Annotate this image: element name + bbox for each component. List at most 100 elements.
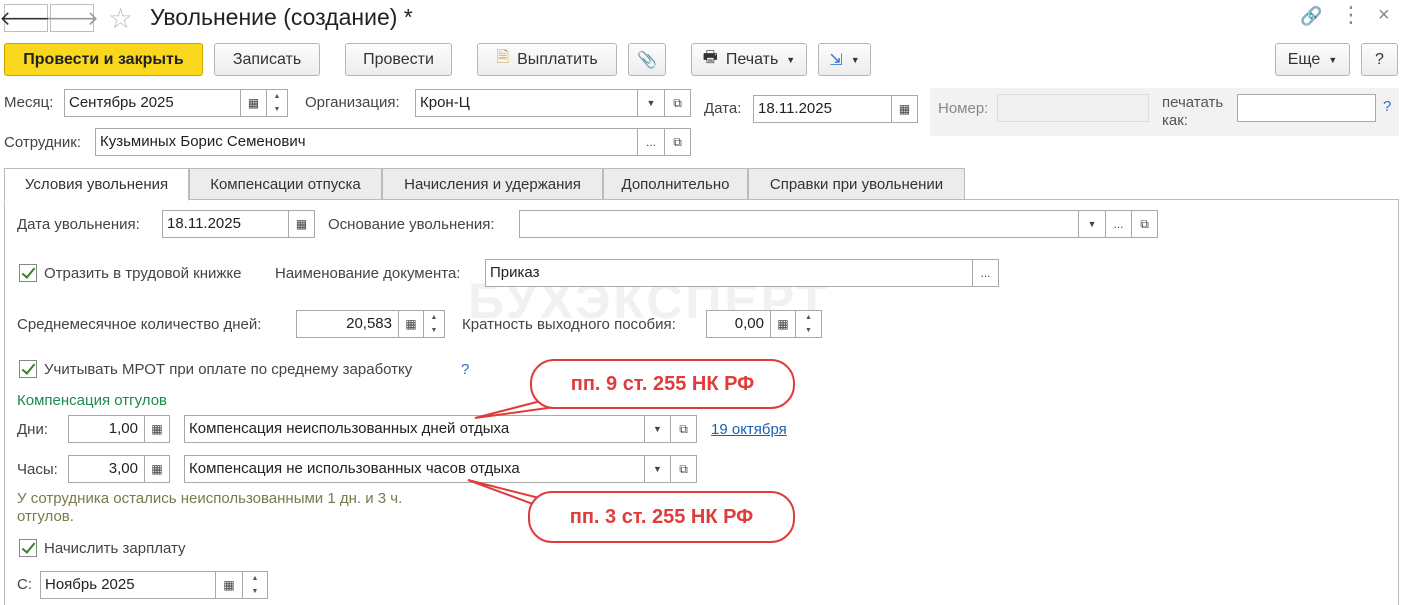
from-label: С:	[17, 576, 32, 593]
month-spinner[interactable]: ▲ ▼	[266, 89, 288, 117]
dropdown-button[interactable]: ▼	[637, 89, 665, 117]
open-reason-button[interactable]: ⧉	[1131, 210, 1158, 238]
mrot-checkbox[interactable]	[19, 360, 37, 378]
post-button[interactable]: Провести	[345, 43, 452, 76]
calculator-icon[interactable]: ▦	[398, 310, 424, 338]
compensation-section-title: Компенсация отгулов	[17, 392, 167, 409]
arrow-up-icon[interactable]: ▲	[274, 93, 281, 101]
select-button[interactable]: ...	[637, 128, 665, 156]
tab-vacation-compensation[interactable]: Компенсации отпуска	[189, 168, 382, 200]
date-label: Дата:	[704, 100, 742, 117]
forward-button[interactable]: 🡒	[45, 4, 99, 32]
chevron-down-icon: ▼	[850, 54, 860, 65]
employee-field[interactable]: Кузьминых Борис Семенович	[95, 128, 638, 156]
callout-second: пп. 3 ст. 255 НК РФ	[528, 491, 795, 543]
open-employee-button[interactable]: ⧉	[664, 128, 691, 156]
open-hours-type-button[interactable]: ⧉	[670, 455, 697, 483]
calendar-icon[interactable]: ▦	[215, 571, 243, 599]
help-icon[interactable]: ?	[461, 361, 469, 378]
chevron-down-icon: ▼	[653, 424, 662, 434]
paperclip-icon: 📎	[637, 51, 657, 69]
arrow-down-icon[interactable]: ▼	[431, 327, 438, 335]
chevron-down-icon: ▼	[653, 464, 662, 474]
back-button[interactable]: 🡐	[0, 4, 53, 32]
arrow-up-icon[interactable]: ▲	[252, 575, 259, 583]
post-and-close-button[interactable]: Провести и закрыть	[4, 43, 203, 76]
print-as-label-line1: печатать	[1162, 94, 1224, 111]
days-field[interactable]: 1,00	[68, 415, 145, 443]
date-field[interactable]: 18.11.2025	[753, 95, 892, 123]
chevron-down-icon: ▼	[646, 98, 656, 108]
hours-compensation-type-field[interactable]: Компенсация не использованных часов отды…	[184, 455, 645, 483]
tab-additional[interactable]: Дополнительно	[603, 168, 748, 200]
organization-field[interactable]: Крон-Ц	[415, 89, 638, 117]
workbook-checkbox-label[interactable]: Отразить в трудовой книжке	[44, 265, 241, 282]
calculator-icon[interactable]: ▦	[144, 415, 170, 443]
salary-checkbox[interactable]	[19, 539, 37, 557]
hours-label: Часы:	[17, 461, 58, 478]
open-organization-button[interactable]: ⧉	[664, 89, 691, 117]
from-month-spinner[interactable]: ▲ ▼	[242, 571, 268, 599]
days-date-link[interactable]: 19 октября	[711, 421, 787, 438]
calculator-icon[interactable]: ▦	[144, 455, 170, 483]
more-button-label: Еще	[1287, 50, 1321, 68]
from-month-field[interactable]: Ноябрь 2025	[40, 571, 216, 599]
close-icon[interactable]: ×	[1378, 4, 1390, 27]
tab-accruals-deductions[interactable]: Начисления и удержания	[382, 168, 603, 200]
chevron-down-icon: ▼	[1328, 54, 1338, 65]
month-label: Месяц:	[4, 94, 54, 111]
attachment-button[interactable]: 📎	[628, 43, 666, 76]
arrow-up-icon[interactable]: ▲	[431, 314, 438, 322]
calendar-icon[interactable]: ▦	[288, 210, 315, 238]
number-label: Номер:	[938, 100, 989, 117]
print-as-field[interactable]	[1237, 94, 1376, 122]
tab-dismissal-certificates[interactable]: Справки при увольнении	[748, 168, 965, 200]
month-field[interactable]: Сентябрь 2025	[64, 89, 241, 117]
calculator-icon[interactable]: ▦	[770, 310, 796, 338]
pay-button[interactable]: 🗎 Выплатить	[477, 43, 617, 76]
help-button[interactable]: ?	[1361, 43, 1398, 76]
doc-name-field[interactable]: Приказ	[485, 259, 973, 287]
star-favorite-icon[interactable]: ☆	[108, 2, 133, 35]
help-icon[interactable]: ?	[1383, 98, 1391, 115]
arrow-up-icon[interactable]: ▲	[805, 314, 812, 322]
create-based-on-button[interactable]: ⇲ ▼	[818, 43, 871, 76]
salary-checkbox-label[interactable]: Начислить зарплату	[44, 540, 186, 557]
calendar-icon[interactable]: ▦	[891, 95, 918, 123]
avg-days-spinner[interactable]: ▲ ▼	[423, 310, 445, 338]
save-button[interactable]: Записать	[214, 43, 320, 76]
arrow-down-icon[interactable]: ▼	[805, 327, 812, 335]
window-title: Увольнение (создание) *	[150, 4, 413, 30]
dropdown-button[interactable]: ▼	[644, 455, 671, 483]
tab-dismissal-conditions[interactable]: Условия увольнения	[4, 168, 189, 201]
arrow-down-icon[interactable]: ▼	[274, 106, 281, 114]
dropdown-button[interactable]: ▼	[1078, 210, 1106, 238]
select-button[interactable]: ...	[972, 259, 999, 287]
payment-doc-icon: 🗎	[496, 49, 510, 66]
avg-days-field[interactable]: 20,583	[296, 310, 399, 338]
days-compensation-type-field[interactable]: Компенсация неиспользованных дней отдыха	[184, 415, 645, 443]
open-window-icon: ⧉	[679, 421, 688, 436]
print-button[interactable]: 🖶 Печать ▼	[691, 43, 807, 76]
severance-spinner[interactable]: ▲ ▼	[795, 310, 822, 338]
dropdown-button[interactable]: ▼	[644, 415, 671, 443]
more-vertical-icon[interactable]: ⋮	[1340, 2, 1362, 28]
open-window-icon: ⧉	[679, 461, 688, 476]
remaining-info-line1: У сотрудника остались неиспользованными …	[17, 490, 403, 507]
severance-field[interactable]: 0,00	[706, 310, 771, 338]
pay-button-label: Выплатить	[517, 50, 598, 68]
link-icon[interactable]: 🔗	[1300, 6, 1322, 27]
workbook-checkbox[interactable]	[19, 264, 37, 282]
dismissal-date-field[interactable]: 18.11.2025	[162, 210, 289, 238]
dismissal-date-label: Дата увольнения:	[17, 216, 140, 233]
calendar-icon[interactable]: ▦	[240, 89, 267, 117]
select-button[interactable]: ...	[1105, 210, 1132, 238]
arrow-down-icon[interactable]: ▼	[252, 588, 259, 596]
more-button[interactable]: Еще ▼	[1275, 43, 1350, 76]
document-arrow-icon: ⇲	[829, 51, 843, 69]
hours-field[interactable]: 3,00	[68, 455, 145, 483]
reason-field[interactable]	[519, 210, 1079, 238]
remaining-info-line2: отгулов.	[17, 508, 74, 525]
open-days-type-button[interactable]: ⧉	[670, 415, 697, 443]
mrot-checkbox-label[interactable]: Учитывать МРОТ при оплате по среднему за…	[44, 361, 412, 378]
